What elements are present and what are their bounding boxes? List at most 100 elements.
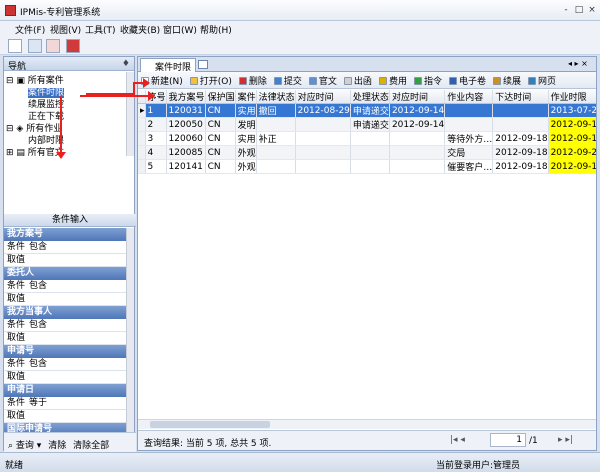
table-cell: 申请递交 — [350, 104, 389, 118]
grid-toolbar: 新建(N)打开(O)删除提交官文出函费用指令电子卷续展网页 — [138, 72, 596, 89]
toolbar-button-5[interactable]: 出函 — [341, 72, 375, 89]
column-header[interactable]: 法律状态 — [256, 90, 295, 104]
case-grid: 序号我方案号保护国案件法律状态对应时间处理状态对应时间作业内容下达时间作业时限官… — [138, 90, 596, 174]
tab-scroll-icon[interactable]: ◂ ▸ × — [568, 59, 588, 68]
value-row[interactable]: 取值 — [4, 332, 126, 345]
row-indicator — [138, 118, 145, 132]
table-row[interactable]: 5120141CN外观催要客户…2012-09-182012-09-18201 — [138, 160, 596, 174]
table-cell: 补正 — [256, 132, 295, 146]
pin-icon[interactable]: ♦ — [122, 59, 130, 69]
cond-row[interactable]: 条件包含 — [4, 241, 126, 254]
toolbar-button-7[interactable]: 指令 — [411, 72, 445, 89]
table-cell: CN — [205, 104, 235, 118]
menu-tools[interactable]: 工具(T) — [85, 23, 116, 36]
grid-hscrollbar[interactable] — [138, 419, 596, 429]
table-cell: CN — [205, 146, 235, 160]
users-icon[interactable] — [28, 39, 42, 53]
column-header[interactable]: 作业时限 — [548, 90, 596, 104]
value-row[interactable]: 取值 — [4, 410, 126, 423]
tree-node-downloading[interactable]: 正在下载 — [4, 109, 126, 121]
column-header[interactable]: 案件 — [235, 90, 256, 104]
menu-window[interactable]: 窗口(W) — [163, 23, 197, 36]
section-our-case-no[interactable]: 我方案号 — [4, 228, 126, 241]
nav-title: 导航 — [8, 62, 26, 72]
cond-row[interactable]: 条件包含 — [4, 319, 126, 332]
new-tab-icon[interactable] — [198, 60, 208, 69]
close-button[interactable]: × — [586, 4, 598, 16]
table-cell — [389, 132, 444, 146]
section-app-date[interactable]: 申请日 — [4, 384, 126, 397]
table-cell — [295, 118, 350, 132]
cond-row[interactable]: 条件包含 — [4, 280, 126, 293]
exit-icon[interactable] — [66, 39, 80, 53]
toolbar-button-10[interactable]: 网页 — [525, 72, 559, 89]
table-row[interactable]: 4120085CN外观交局2012-09-182012-09-21201 — [138, 146, 596, 160]
toolbar-label: 指令 — [424, 77, 442, 87]
page-input[interactable]: 1 — [490, 433, 526, 447]
tree-node-all-cases[interactable]: ⊟ ▣ 所有案件 — [4, 73, 126, 85]
tab-case-deadline[interactable]: 案件时限 — [140, 58, 196, 72]
value-row[interactable]: 取值 — [4, 293, 126, 306]
table-row[interactable]: 2120050CN发明申请递交2012-09-142012-09-14201 — [138, 118, 596, 132]
clear-all-button[interactable]: 清除全部 — [73, 441, 109, 451]
clear-button[interactable]: 清除 — [48, 441, 66, 451]
table-cell: 2012-09-18 — [493, 160, 548, 174]
toolbar-button-4[interactable]: 官文 — [306, 72, 340, 89]
table-row[interactable]: ▸1120031CN实用撤回2012-08-29申请递交2012-09-1420… — [138, 104, 596, 118]
pager-prev-icon[interactable]: |◂ ◂ — [450, 435, 465, 445]
tree-node-internal-deadline[interactable]: 内部时限 — [4, 133, 126, 145]
pager-next-icon[interactable]: ▸ ▸| — [558, 435, 573, 445]
column-header[interactable]: 我方案号 — [166, 90, 205, 104]
table-cell: 120060 — [166, 132, 205, 146]
toolbar-icon — [379, 77, 387, 85]
toolbar-label: 出函 — [354, 77, 372, 87]
search-icon[interactable] — [8, 39, 22, 53]
table-cell — [256, 118, 295, 132]
column-header[interactable]: 作业内容 — [445, 90, 493, 104]
menu-favorites[interactable]: 收藏夹(B) — [120, 23, 160, 36]
toolbar-button-1[interactable]: 打开(O) — [187, 72, 235, 89]
maximize-button[interactable]: □ — [573, 4, 585, 16]
menu-file[interactable]: 文件(F) — [15, 23, 45, 36]
menu-view[interactable]: 视图(V) — [50, 23, 81, 36]
query-button[interactable]: 查询 — [16, 441, 34, 451]
annotation-arrowhead — [148, 91, 155, 101]
section-our-party[interactable]: 我方当事人 — [4, 306, 126, 319]
table-cell: 2012-09-14 — [548, 118, 596, 132]
tree-node-renewal[interactable]: 续展监控 — [4, 97, 126, 109]
minimize-button[interactable]: - — [560, 4, 572, 16]
table-cell: 120141 — [166, 160, 205, 174]
navigation-panel: 导航 ♦ ⊟ ▣ 所有案件 案件时限 续展监控 正在下载 ⊟ ◈ 所有作业 内部… — [3, 56, 135, 451]
toolbar-label: 续展 — [503, 77, 521, 87]
cond-row[interactable]: 条件等于 — [4, 397, 126, 410]
toolbar-button-3[interactable]: 提交 — [271, 72, 305, 89]
tree-node-all-tasks[interactable]: ⊟ ◈ 所有作业 — [4, 121, 126, 133]
result-bar: 查询结果: 当前 5 项, 总共 5 项. |◂ ◂ 1 /1 ▸ ▸| — [138, 430, 596, 450]
menu-help[interactable]: 帮助(H) — [200, 23, 232, 36]
column-header[interactable]: 下达时间 — [493, 90, 548, 104]
toolbar-button-6[interactable]: 费用 — [376, 72, 410, 89]
toolbar-button-8[interactable]: 电子卷 — [446, 72, 489, 89]
table-cell: 2 — [145, 118, 166, 132]
hscroll-thumb[interactable] — [150, 421, 270, 428]
toolbar-label: 删除 — [249, 77, 267, 87]
section-intl-app-no[interactable]: 国际申请号 — [4, 423, 126, 432]
column-header[interactable]: 保护国 — [205, 90, 235, 104]
column-header[interactable]: 对应时间 — [295, 90, 350, 104]
toolbar-button-9[interactable]: 续展 — [490, 72, 524, 89]
table-cell — [389, 146, 444, 160]
section-app-no[interactable]: 申请号 — [4, 345, 126, 358]
value-row[interactable]: 取值 — [4, 254, 126, 267]
cond-row[interactable]: 条件包含 — [4, 358, 126, 371]
value-row[interactable]: 取值 — [4, 371, 126, 384]
table-row[interactable]: 3120060CN实用补正等待外方…2012-09-182012-09-1420… — [138, 132, 596, 146]
column-header[interactable]: 对应时间 — [389, 90, 444, 104]
section-client[interactable]: 委托人 — [4, 267, 126, 280]
column-header[interactable]: 处理状态 — [350, 90, 389, 104]
condition-scrollbar[interactable] — [126, 228, 134, 432]
toolbar-button-2[interactable]: 删除 — [236, 72, 270, 89]
annotation-arrow — [133, 83, 135, 95]
user-remove-icon[interactable] — [46, 39, 60, 53]
tab-strip: 案件时限 ◂ ▸ × — [138, 57, 596, 72]
table-cell: 120050 — [166, 118, 205, 132]
